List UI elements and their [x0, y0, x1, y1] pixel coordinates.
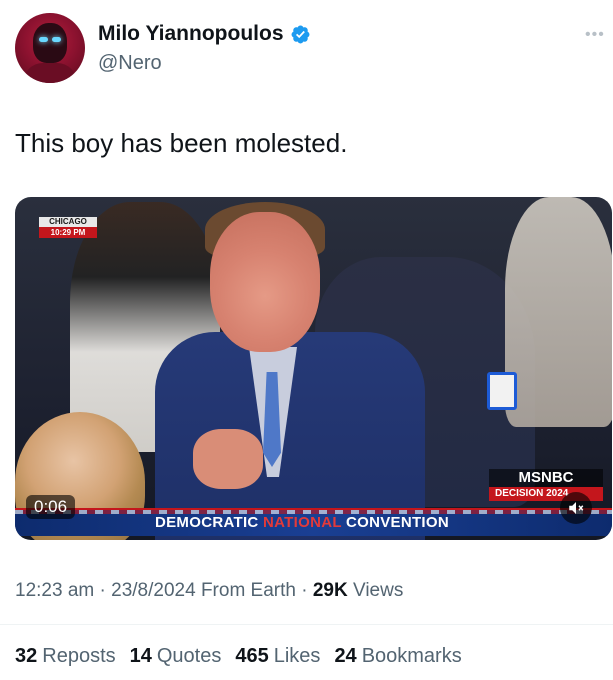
reposts-stat[interactable]: 32 Reposts [15, 645, 116, 668]
credential-badge [487, 372, 517, 410]
bookmarks-stat[interactable]: 24 Bookmarks [334, 645, 461, 668]
more-horizontal-icon[interactable]: ••• [585, 26, 605, 44]
avatar-torso [23, 63, 77, 83]
author-name-row: Milo Yiannopoulos [98, 22, 311, 46]
banner-word-democratic: DEMOCRATIC [155, 514, 259, 531]
likes-count: 465 [235, 645, 269, 667]
avatar-face [33, 23, 67, 63]
tweet-text: This boy has been molested. [15, 128, 348, 158]
reposts-count: 32 [15, 645, 38, 667]
divider [0, 624, 613, 625]
author-handle[interactable]: @Nero [98, 52, 162, 75]
meta-separator: · [99, 580, 112, 601]
video-player[interactable]: CHICAGO 10:29 PM MSNBC DECISION 2024 DEM… [15, 197, 612, 540]
author-display-name[interactable]: Milo Yiannopoulos [98, 22, 284, 46]
speaker-muted-icon [569, 502, 584, 514]
views-count[interactable]: 29K [313, 580, 348, 601]
tweet-time[interactable]: 12:23 am [15, 580, 94, 601]
banner-word-national: NATIONAL [263, 514, 342, 531]
verified-badge-icon [291, 25, 309, 43]
banner-word-convention: CONVENTION [346, 514, 450, 531]
bookmarks-label: Bookmarks [361, 645, 462, 667]
engagement-stats: 32 Reposts 14 Quotes 465 Likes 24 Bookmarks [15, 645, 462, 668]
chyron-clock: 10:29 PM [39, 227, 97, 238]
bookmarks-count: 24 [334, 645, 357, 667]
mute-button[interactable] [560, 492, 592, 524]
tweet-meta: 12:23 am · 23/8/2024 From Earth · 29K Vi… [15, 580, 403, 602]
tweet-source: From Earth [200, 580, 296, 601]
banner-text: DEMOCRATIC NATIONAL CONVENTION [155, 514, 449, 531]
broadcast-time-chyron: CHICAGO 10:29 PM [39, 217, 97, 238]
avatar-eye-left [39, 37, 48, 42]
msnbc-logo: MSNBC [489, 469, 603, 487]
meta-separator: · [301, 580, 313, 601]
quotes-count: 14 [129, 645, 152, 667]
chyron-city: CHICAGO [39, 217, 97, 227]
reposts-label: Reposts [42, 645, 116, 667]
video-duration: 0:06 [26, 495, 76, 519]
avatar-eye-right [52, 37, 61, 42]
views-label: Views [353, 580, 404, 601]
boy-hands [193, 429, 263, 489]
tweet-date[interactable]: 23/8/2024 [111, 580, 196, 601]
quotes-stat[interactable]: 14 Quotes [130, 645, 222, 668]
likes-label: Likes [273, 645, 321, 667]
boy-face [210, 212, 320, 352]
avatar[interactable] [15, 13, 85, 83]
likes-stat[interactable]: 465 Likes [235, 645, 320, 668]
quotes-label: Quotes [156, 645, 222, 667]
background-person-far-right [505, 197, 612, 427]
